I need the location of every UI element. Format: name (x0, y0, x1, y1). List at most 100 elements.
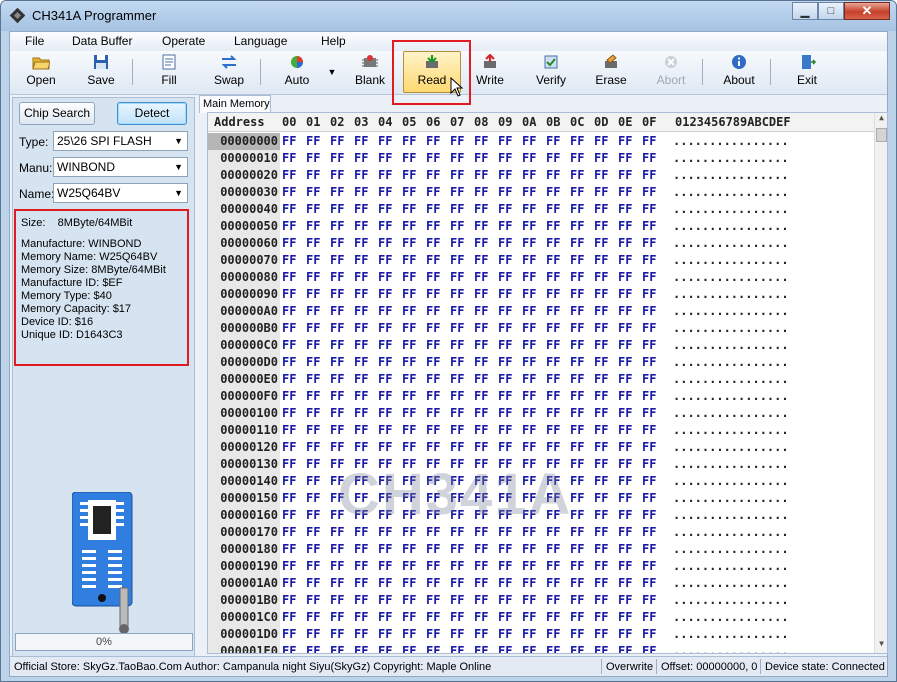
byte-cell[interactable]: FF (426, 337, 440, 354)
byte-cell[interactable]: FF (354, 269, 368, 286)
byte-cell[interactable]: FF (402, 575, 416, 592)
byte-cell[interactable]: FF (402, 320, 416, 337)
byte-cell[interactable]: FF (642, 541, 656, 558)
byte-cell[interactable]: FF (474, 201, 488, 218)
byte-cell[interactable]: FF (450, 218, 464, 235)
byte-cell[interactable]: FF (402, 592, 416, 609)
byte-cell[interactable]: FF (354, 371, 368, 388)
vertical-scrollbar[interactable]: ▲ ▼ (874, 113, 887, 653)
hex-row[interactable]: 00000100 FF FF FF FF FF FF FF FF FF FF FF FF FF FF FF FF… (208, 405, 874, 422)
byte-cell[interactable]: FF (354, 235, 368, 252)
byte-cell[interactable]: FF (402, 541, 416, 558)
byte-cell[interactable]: FF (642, 609, 656, 626)
byte-cell[interactable]: FF (594, 609, 608, 626)
byte-cell[interactable]: FF (642, 235, 656, 252)
byte-cell[interactable]: FF (498, 388, 512, 405)
byte-cell[interactable]: FF (282, 337, 296, 354)
byte-cell[interactable]: FF (426, 286, 440, 303)
byte-cell[interactable]: FF (618, 439, 632, 456)
byte-cell[interactable]: FF (546, 235, 560, 252)
byte-cell[interactable]: FF (450, 558, 464, 575)
byte-cell[interactable]: FF (378, 150, 392, 167)
byte-cell[interactable]: FF (354, 626, 368, 643)
byte-cell[interactable]: FF (282, 184, 296, 201)
byte-cell[interactable]: FF (522, 592, 536, 609)
byte-cell[interactable]: FF (642, 456, 656, 473)
byte-cell[interactable]: FF (618, 405, 632, 422)
byte-cell[interactable]: FF (378, 252, 392, 269)
byte-cell[interactable]: FF (546, 184, 560, 201)
byte-cell[interactable]: FF (498, 133, 512, 150)
close-button[interactable]: ✕ (844, 2, 890, 20)
byte-cell[interactable]: FF (354, 184, 368, 201)
byte-cell[interactable]: FF (522, 167, 536, 184)
byte-cell[interactable]: FF (378, 184, 392, 201)
byte-cell[interactable]: FF (594, 167, 608, 184)
open-button[interactable]: Open (22, 52, 60, 93)
byte-cell[interactable]: FF (522, 422, 536, 439)
byte-cell[interactable]: FF (570, 252, 584, 269)
byte-cell[interactable]: FF (378, 286, 392, 303)
byte-cell[interactable]: FF (618, 167, 632, 184)
byte-cell[interactable]: FF (594, 456, 608, 473)
byte-cell[interactable]: FF (354, 541, 368, 558)
hex-row[interactable]: 00000020 FF FF FF FF FF FF FF FF FF FF FF FF FF FF FF FF… (208, 167, 874, 184)
byte-cell[interactable]: FF (282, 541, 296, 558)
byte-cell[interactable]: FF (618, 252, 632, 269)
byte-cell[interactable]: FF (282, 592, 296, 609)
byte-cell[interactable]: FF (474, 320, 488, 337)
byte-cell[interactable]: FF (282, 524, 296, 541)
byte-cell[interactable]: FF (354, 201, 368, 218)
byte-cell[interactable]: FF (450, 541, 464, 558)
byte-cell[interactable]: FF (642, 507, 656, 524)
byte-cell[interactable]: FF (594, 218, 608, 235)
byte-cell[interactable]: FF (594, 626, 608, 643)
byte-cell[interactable]: FF (594, 235, 608, 252)
byte-cell[interactable]: FF (618, 286, 632, 303)
byte-cell[interactable]: FF (306, 388, 320, 405)
byte-cell[interactable]: FF (474, 354, 488, 371)
byte-cell[interactable]: FF (594, 575, 608, 592)
byte-cell[interactable]: FF (354, 218, 368, 235)
byte-cell[interactable]: FF (306, 643, 320, 653)
byte-cell[interactable]: FF (402, 133, 416, 150)
byte-cell[interactable]: FF (546, 150, 560, 167)
byte-cell[interactable]: FF (498, 167, 512, 184)
byte-cell[interactable]: FF (498, 643, 512, 653)
hex-row[interactable]: 000000A0 FF FF FF FF FF FF FF FF FF FF FF FF FF FF FF FF… (208, 303, 874, 320)
byte-cell[interactable]: FF (618, 643, 632, 653)
menu-data-buffer[interactable]: Data Buffer (72, 34, 132, 48)
byte-cell[interactable]: FF (426, 371, 440, 388)
byte-cell[interactable]: FF (594, 439, 608, 456)
chip-search-button[interactable]: Chip Search (19, 102, 95, 125)
scroll-thumb[interactable] (876, 128, 887, 142)
byte-cell[interactable]: FF (594, 150, 608, 167)
byte-cell[interactable]: FF (306, 626, 320, 643)
byte-cell[interactable]: FF (426, 269, 440, 286)
byte-cell[interactable]: FF (330, 388, 344, 405)
byte-cell[interactable]: FF (306, 422, 320, 439)
byte-cell[interactable]: FF (642, 167, 656, 184)
byte-cell[interactable]: FF (594, 422, 608, 439)
byte-cell[interactable]: FF (378, 167, 392, 184)
byte-cell[interactable]: FF (282, 354, 296, 371)
byte-cell[interactable]: FF (498, 405, 512, 422)
byte-cell[interactable]: FF (570, 286, 584, 303)
byte-cell[interactable]: FF (402, 354, 416, 371)
byte-cell[interactable]: FF (354, 643, 368, 653)
byte-cell[interactable]: FF (282, 575, 296, 592)
byte-cell[interactable]: FF (570, 218, 584, 235)
byte-cell[interactable]: FF (282, 405, 296, 422)
byte-cell[interactable]: FF (282, 320, 296, 337)
byte-cell[interactable]: FF (498, 184, 512, 201)
title-bar[interactable]: CH341A Programmer ▁ □ ✕ (1, 1, 896, 31)
byte-cell[interactable]: FF (354, 337, 368, 354)
byte-cell[interactable]: FF (426, 354, 440, 371)
byte-cell[interactable]: FF (378, 609, 392, 626)
byte-cell[interactable]: FF (522, 133, 536, 150)
byte-cell[interactable]: FF (474, 422, 488, 439)
byte-cell[interactable]: FF (546, 422, 560, 439)
byte-cell[interactable]: FF (330, 541, 344, 558)
byte-cell[interactable]: FF (498, 218, 512, 235)
byte-cell[interactable]: FF (474, 218, 488, 235)
